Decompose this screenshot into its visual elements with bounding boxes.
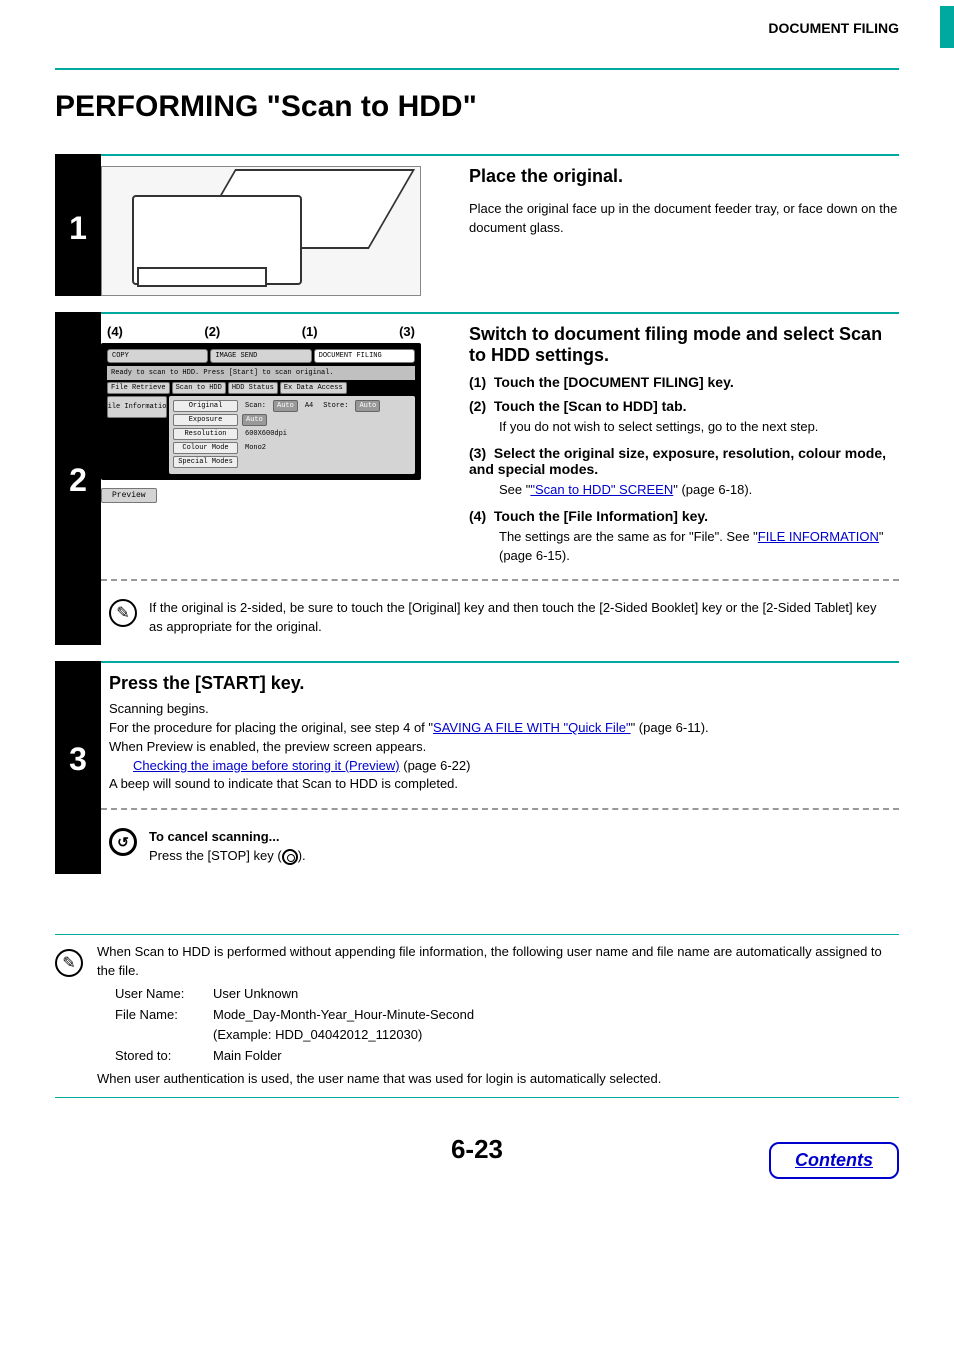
mfp-scan-size: A4	[302, 401, 316, 411]
step2-note: If the original is 2-sided, be sure to t…	[149, 599, 891, 637]
sub3-post: " (page 6-18).	[673, 482, 752, 497]
pencil-note-icon: ✎	[109, 599, 137, 627]
step3-line5: A beep will sound to indicate that Scan …	[109, 775, 899, 794]
sub4-pre: The settings are the same as for "File".…	[499, 529, 758, 544]
sub4-label: (4)	[469, 508, 486, 524]
info-stored-label: Stored to:	[115, 1047, 205, 1066]
sub3-pre: See "	[499, 482, 530, 497]
mfp-store-auto: Auto	[355, 400, 380, 412]
mfp-ready-message: Ready to scan to HDD. Press [Start] to s…	[107, 366, 415, 380]
step3-title: Press the [START] key.	[109, 673, 899, 694]
sub2-body: If you do not wish to select settings, g…	[499, 418, 899, 437]
step3-line1: Scanning begins.	[109, 700, 899, 719]
contents-button[interactable]: Contents	[769, 1142, 899, 1179]
page-title: PERFORMING "Scan to HDD"	[55, 90, 899, 124]
mfp-colour-val: Mono2	[242, 443, 269, 453]
cancel-post: ).	[298, 848, 306, 863]
mfp-scan-hdd: Scan to HDD	[172, 382, 226, 394]
step3-line3: When Preview is enabled, the preview scr…	[109, 738, 899, 757]
mfp-tab-filing: DOCUMENT FILING	[314, 349, 415, 363]
callout-2: (2)	[204, 324, 220, 339]
step-number-1: 1	[55, 154, 101, 247]
sub3-label: (3)	[469, 445, 486, 461]
callout-4: (4)	[107, 324, 123, 339]
dashed-separator	[101, 579, 899, 581]
mfp-ex-data: Ex Data Access	[280, 382, 347, 394]
step-number-2: 2	[55, 312, 101, 499]
dashed-separator-3	[101, 808, 899, 810]
pencil-note-icon: ✎	[55, 949, 83, 977]
side-tab-marker	[940, 6, 954, 48]
info-username-value: User Unknown	[213, 985, 893, 1004]
info-username-label: User Name:	[115, 985, 205, 1004]
preview-link[interactable]: Checking the image before storing it (Pr…	[133, 758, 400, 773]
sub1-head: Touch the [DOCUMENT FILING] key.	[494, 374, 734, 390]
mfp-resolution: Resolution	[173, 428, 238, 440]
info-filename-example: (Example: HDD_04042012_112030)	[213, 1026, 893, 1045]
step1-text: Place the original face up in the docume…	[469, 200, 899, 238]
info-filename-value: Mode_Day-Month-Year_Hour-Minute-Second	[213, 1006, 893, 1025]
scan-to-hdd-screen-link[interactable]: "Scan to HDD" SCREEN	[530, 482, 673, 497]
step-number-3: 3	[55, 661, 101, 778]
mfp-original: Original	[173, 400, 238, 412]
section-header: DOCUMENT FILING	[768, 20, 899, 36]
cancel-pre: Press the [STOP] key (	[149, 848, 282, 863]
printer-illustration	[101, 166, 421, 296]
callout-1: (1)	[302, 324, 318, 339]
mfp-scan-label: Scan:	[242, 401, 269, 411]
sub1-label: (1)	[469, 374, 486, 390]
mfp-tab-copy: COPY	[107, 349, 208, 363]
sub2-label: (2)	[469, 398, 486, 414]
quick-file-link[interactable]: SAVING A FILE WITH "Quick File"	[433, 720, 631, 735]
cancel-head: To cancel scanning...	[149, 828, 891, 847]
step3-line2-pre: For the procedure for placing the origin…	[109, 720, 433, 735]
mfp-tab-send: IMAGE SEND	[210, 349, 311, 363]
mfp-scan-auto: Auto	[273, 400, 298, 412]
mfp-hdd-status: HDD Status	[228, 382, 278, 394]
mfp-exposure-val: Auto	[242, 414, 267, 426]
mfp-file-retrieve: File Retrieve	[107, 382, 170, 394]
file-information-link[interactable]: FILE INFORMATION	[758, 529, 879, 544]
step1-title: Place the original.	[469, 166, 899, 187]
sub4-head: Touch the [File Information] key.	[494, 508, 708, 524]
mfp-screen-illustration: (4) (2) (1) (3) COPY IMAGE SEND DOCUMENT…	[101, 324, 421, 503]
mfp-preview-button: Preview	[101, 488, 157, 503]
infobox-intro: When Scan to HDD is performed without ap…	[97, 943, 893, 981]
mfp-file-information: File Information	[107, 396, 167, 418]
mfp-resolution-val: 600X600dpi	[242, 429, 290, 439]
sub2-head: Touch the [Scan to HDD] tab.	[494, 398, 687, 414]
info-stored-value: Main Folder	[213, 1047, 893, 1066]
callout-3: (3)	[399, 324, 415, 339]
info-filename-label: File Name:	[115, 1006, 205, 1025]
header-rule	[55, 68, 899, 70]
mfp-colour-mode: Colour Mode	[173, 442, 238, 454]
cancel-icon: ↺	[109, 828, 137, 856]
step3-line2-post: " (page 6-11).	[631, 720, 709, 735]
step2-title: Switch to document filing mode and selec…	[469, 324, 899, 366]
mfp-store-label: Store:	[320, 401, 351, 411]
stop-key-icon	[282, 849, 298, 865]
mfp-special-modes: Special Modes	[173, 456, 238, 468]
sub3-head: Select the original size, exposure, reso…	[469, 445, 886, 477]
step3-line4-post: (page 6-22)	[400, 758, 471, 773]
infobox-outro: When user authentication is used, the us…	[97, 1070, 893, 1089]
mfp-exposure: Exposure	[173, 414, 238, 426]
